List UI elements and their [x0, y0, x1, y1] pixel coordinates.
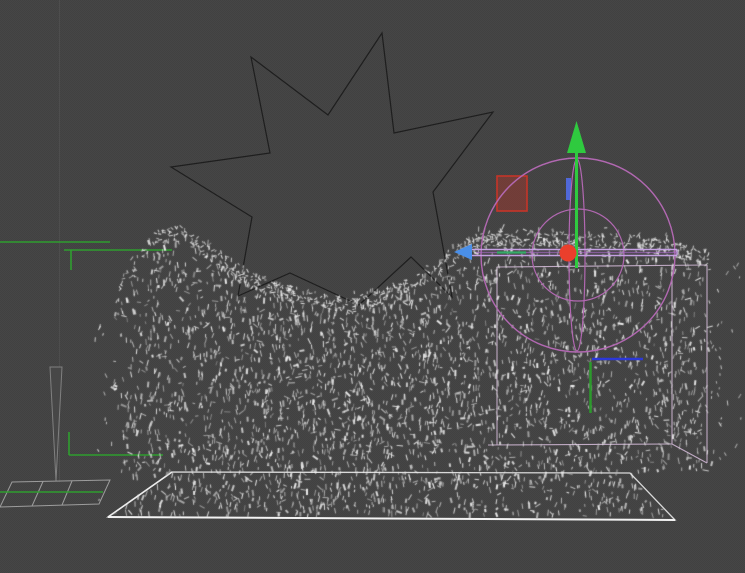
gizmo-layer: [0, 0, 745, 573]
gizmo-x-axis-arrowhead[interactable]: [454, 244, 472, 260]
3d-viewport[interactable]: [0, 0, 745, 573]
gizmo-center-handle[interactable]: [560, 245, 577, 262]
gizmo-plane-handle[interactable]: [497, 176, 527, 211]
gizmo-y-axis-arrowhead[interactable]: [567, 121, 586, 153]
